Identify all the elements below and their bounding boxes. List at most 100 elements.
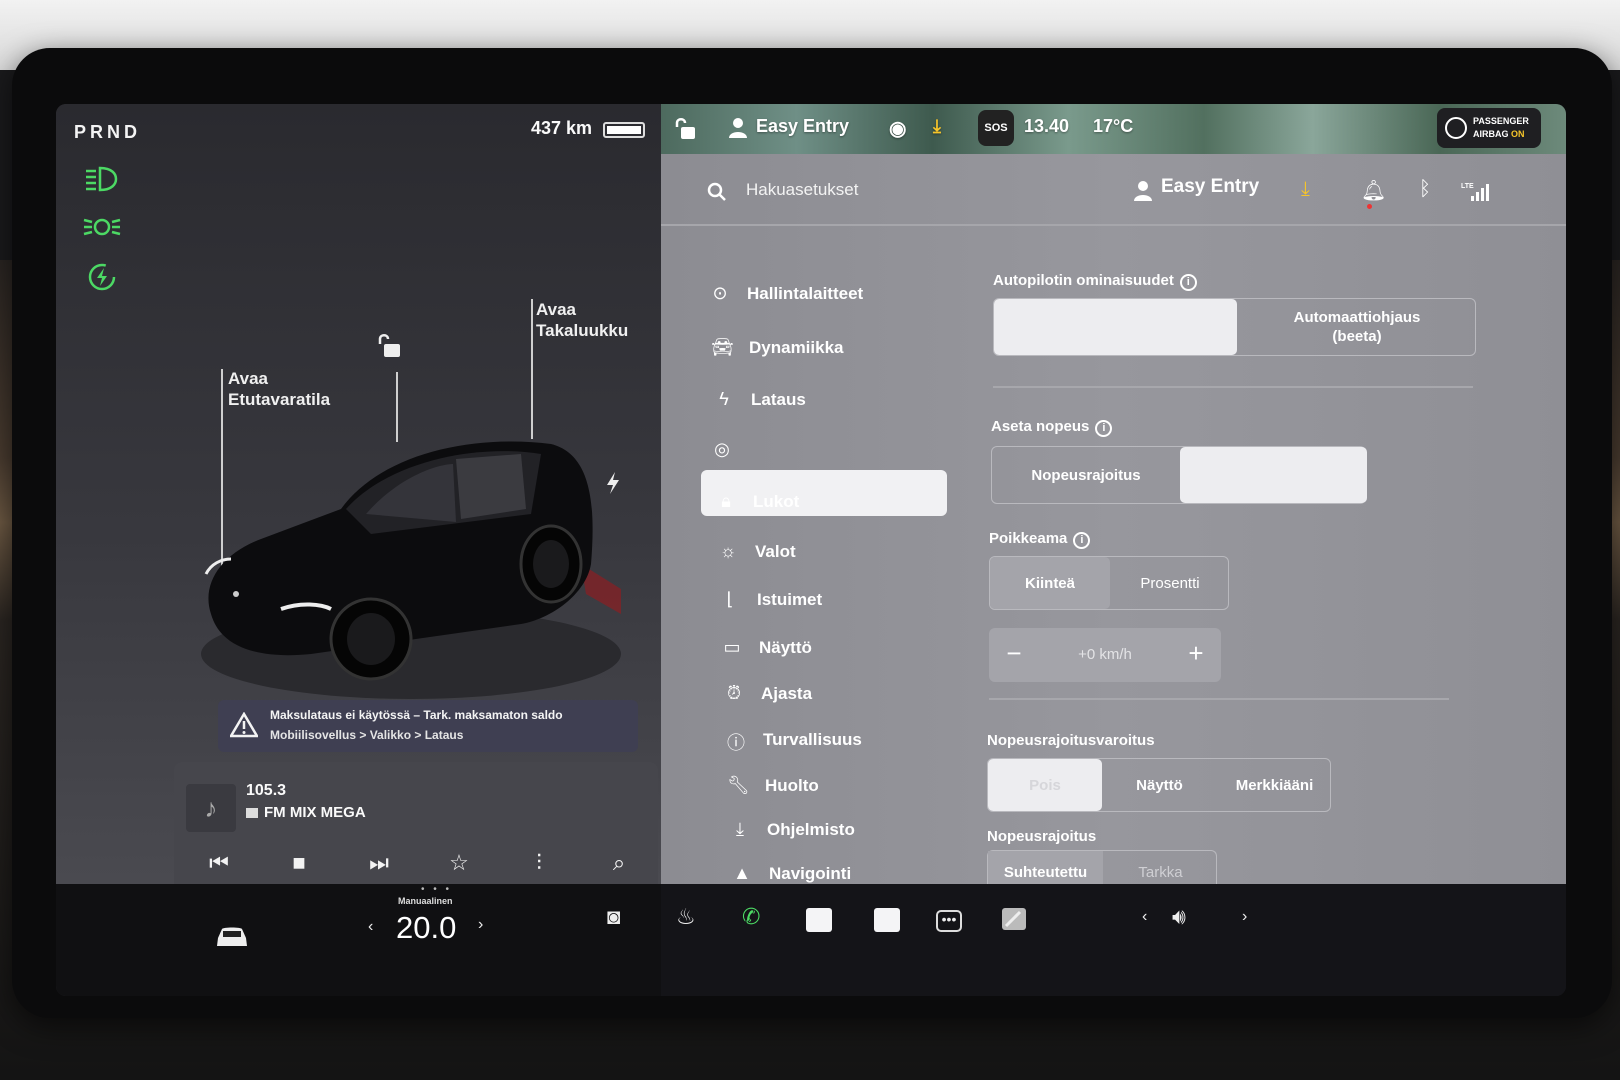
- nav-item-11[interactable]: 🔧︎ Huolto: [719, 766, 959, 806]
- trunk-label-line1: Avaa: [536, 300, 577, 319]
- speed-warning-option-chime[interactable]: Merkkiääni: [1217, 759, 1332, 811]
- autopilot-option-1[interactable]: [994, 299, 1237, 355]
- set-speed-option-2[interactable]: [1180, 447, 1367, 503]
- nav-item-label: Navigointi: [769, 864, 852, 883]
- car-icon[interactable]: [214, 924, 250, 950]
- search-icon[interactable]: [707, 182, 727, 202]
- equalizer-icon[interactable]: ⫶: [524, 850, 554, 876]
- volume-up-icon[interactable]: ›: [1242, 908, 1247, 926]
- dashcam-icon[interactable]: ◉: [889, 116, 906, 141]
- bluetooth-icon[interactable]: ᛒ: [1419, 178, 1431, 201]
- app-launcher-1[interactable]: [806, 908, 832, 932]
- frunk-label-line1: Avaa: [228, 369, 269, 388]
- app-launcher-2[interactable]: [874, 908, 900, 932]
- info-circle-icon: ⓘ: [727, 733, 745, 753]
- map-profile-name[interactable]: Easy Entry: [756, 116, 849, 137]
- map-status-bar[interactable]: Easy Entry ◉ ⤓ SOS 13.40 17°C PASSENGER …: [661, 104, 1566, 154]
- nav-item-1[interactable]: ⊙ Hallintalaitteet: [701, 274, 941, 314]
- nav-item-4[interactable]: ◎: [703, 430, 943, 470]
- info-icon[interactable]: i: [1179, 274, 1197, 291]
- nav-item-label: Ajasta: [761, 684, 813, 703]
- favorite-star-icon[interactable]: ☆: [444, 850, 474, 876]
- warning-icon: [230, 712, 258, 738]
- media-controls: ⏮ ■ ⏭ ☆ ⫶ ⌕: [174, 842, 658, 882]
- previous-track-icon[interactable]: ⏮: [204, 850, 234, 876]
- camera-icon[interactable]: ◙: [607, 904, 620, 930]
- navigation-icon: ▲: [733, 863, 751, 883]
- more-apps-icon[interactable]: •••: [936, 910, 962, 932]
- toggle-icon: ⊙: [712, 283, 728, 303]
- driver-profile-button[interactable]: Easy Entry: [1161, 176, 1259, 198]
- seat-heater-icon[interactable]: ♨: [676, 904, 696, 930]
- gear-indicator: PRND: [74, 122, 142, 142]
- unlocked-icon[interactable]: [673, 116, 697, 142]
- bolt-icon: ϟ: [719, 389, 729, 409]
- speed-limit-section-title: Nopeusrajoitus: [987, 828, 1097, 845]
- offset-option-fixed[interactable]: Kiinteä: [990, 557, 1110, 609]
- offset-section-title: Poikkeama i: [989, 530, 1091, 549]
- offset-option-percent[interactable]: Prosentti: [1110, 557, 1230, 609]
- parking-lights-icon: [83, 218, 121, 236]
- next-track-icon[interactable]: ⏭: [364, 850, 394, 876]
- touchscreen: PRND 437 km Avaa Etutavaratila Avaa Taka…: [56, 104, 1566, 996]
- temp-increase-icon[interactable]: ›: [478, 916, 483, 934]
- toybox-icon[interactable]: [1000, 906, 1028, 932]
- car-icon: 🚘︎: [711, 337, 734, 357]
- stop-icon[interactable]: ■: [284, 850, 314, 876]
- regen-braking-icon: [88, 263, 116, 291]
- nav-item-10[interactable]: ⓘ Turvallisuus: [717, 720, 957, 760]
- nav-item-6[interactable]: ☼ Valot: [709, 532, 949, 572]
- info-icon[interactable]: i: [1073, 532, 1091, 549]
- update-download-icon[interactable]: ⤓: [933, 116, 941, 137]
- svg-text:LTE: LTE: [1461, 183, 1474, 190]
- info-icon[interactable]: i: [1095, 420, 1113, 437]
- nav-item-2[interactable]: 🚘︎ Dynamiikka: [703, 328, 943, 368]
- charging-alert-banner[interactable]: Maksulataus ei käytössä – Tark. maksamat…: [218, 700, 638, 752]
- increase-offset-button[interactable]: +: [1181, 638, 1211, 669]
- speed-warning-selector: Pois Näyttö Merkkiääni: [987, 758, 1331, 812]
- nav-item-7[interactable]: ⌊ Istuimet: [711, 580, 951, 620]
- speed-limit-option-exact[interactable]: Tarkka: [1103, 851, 1218, 884]
- media-player: ♪ 105.3 FM MIX MEGA ⏮ ■ ⏭ ☆ ⫶ ⌕: [174, 762, 658, 890]
- nav-item-label: Hallintalaitteet: [747, 284, 864, 303]
- nav-item-9[interactable]: ⏰︎ Ajasta: [715, 674, 955, 714]
- car-model-image: [201, 441, 621, 699]
- alarm-icon: ⏰︎: [726, 683, 742, 703]
- speed-warning-option-display[interactable]: Näyttö: [1102, 759, 1217, 811]
- section-divider: [989, 698, 1449, 700]
- nav-item-label: Ohjelmisto: [767, 820, 855, 839]
- airbag-state-line: AIRBAG ON: [1473, 129, 1525, 139]
- autopilot-option-autosteer[interactable]: Automaattiohjaus (beeta): [1237, 299, 1477, 355]
- nav-item-12[interactable]: ⤓ Ohjelmisto: [721, 810, 961, 850]
- software-update-icon[interactable]: ⤓: [1301, 178, 1310, 201]
- nav-item-label: Näyttö: [759, 638, 812, 657]
- dock-right-background: [661, 884, 1566, 996]
- set-speed-section-title: Aseta nopeus i: [991, 418, 1113, 437]
- speed-limit-option-relative[interactable]: Suhteutettu: [988, 851, 1103, 884]
- speed-limit-selector: Suhteutettu Tarkka: [987, 850, 1217, 884]
- temp-decrease-icon[interactable]: ‹: [368, 918, 373, 936]
- passenger-airbag-indicator: PASSENGER AIRBAG ON: [1437, 108, 1541, 148]
- speed-warning-option-off[interactable]: Pois: [988, 759, 1102, 811]
- nav-item-5[interactable]: 🔒︎ Lukot: [707, 482, 947, 522]
- phone-icon[interactable]: ✆: [742, 904, 760, 930]
- set-speed-option-limit[interactable]: Nopeusrajoitus: [992, 447, 1180, 503]
- media-search-icon[interactable]: ⌕: [604, 850, 634, 876]
- car-panel: PRND 437 km Avaa Etutavaratila Avaa Taka…: [56, 104, 661, 890]
- settings-search-input[interactable]: Hakuasetukset: [746, 180, 858, 200]
- nav-item-3[interactable]: ϟ Lataus: [705, 380, 945, 420]
- display-icon: ▭: [723, 637, 741, 657]
- profile-icon: [729, 118, 747, 138]
- nav-item-8[interactable]: ▭ Näyttö: [713, 628, 953, 668]
- volume-icon[interactable]: 🔊︎: [1172, 904, 1186, 930]
- nav-item-label: Dynamiikka: [749, 338, 844, 357]
- volume-down-icon[interactable]: ‹: [1142, 908, 1147, 926]
- notification-bell-icon[interactable]: 🔔︎: [1361, 178, 1386, 203]
- cabin-temperature[interactable]: 20.0: [396, 910, 456, 946]
- unlock-icon[interactable]: [374, 332, 404, 360]
- open-trunk-button[interactable]: Avaa Takaluukku: [536, 299, 628, 341]
- open-frunk-button[interactable]: Avaa Etutavaratila: [228, 368, 330, 410]
- outside-temperature: 17°C: [1093, 116, 1134, 136]
- nav-item-label: Lataus: [751, 390, 806, 409]
- sos-button[interactable]: SOS: [978, 110, 1014, 146]
